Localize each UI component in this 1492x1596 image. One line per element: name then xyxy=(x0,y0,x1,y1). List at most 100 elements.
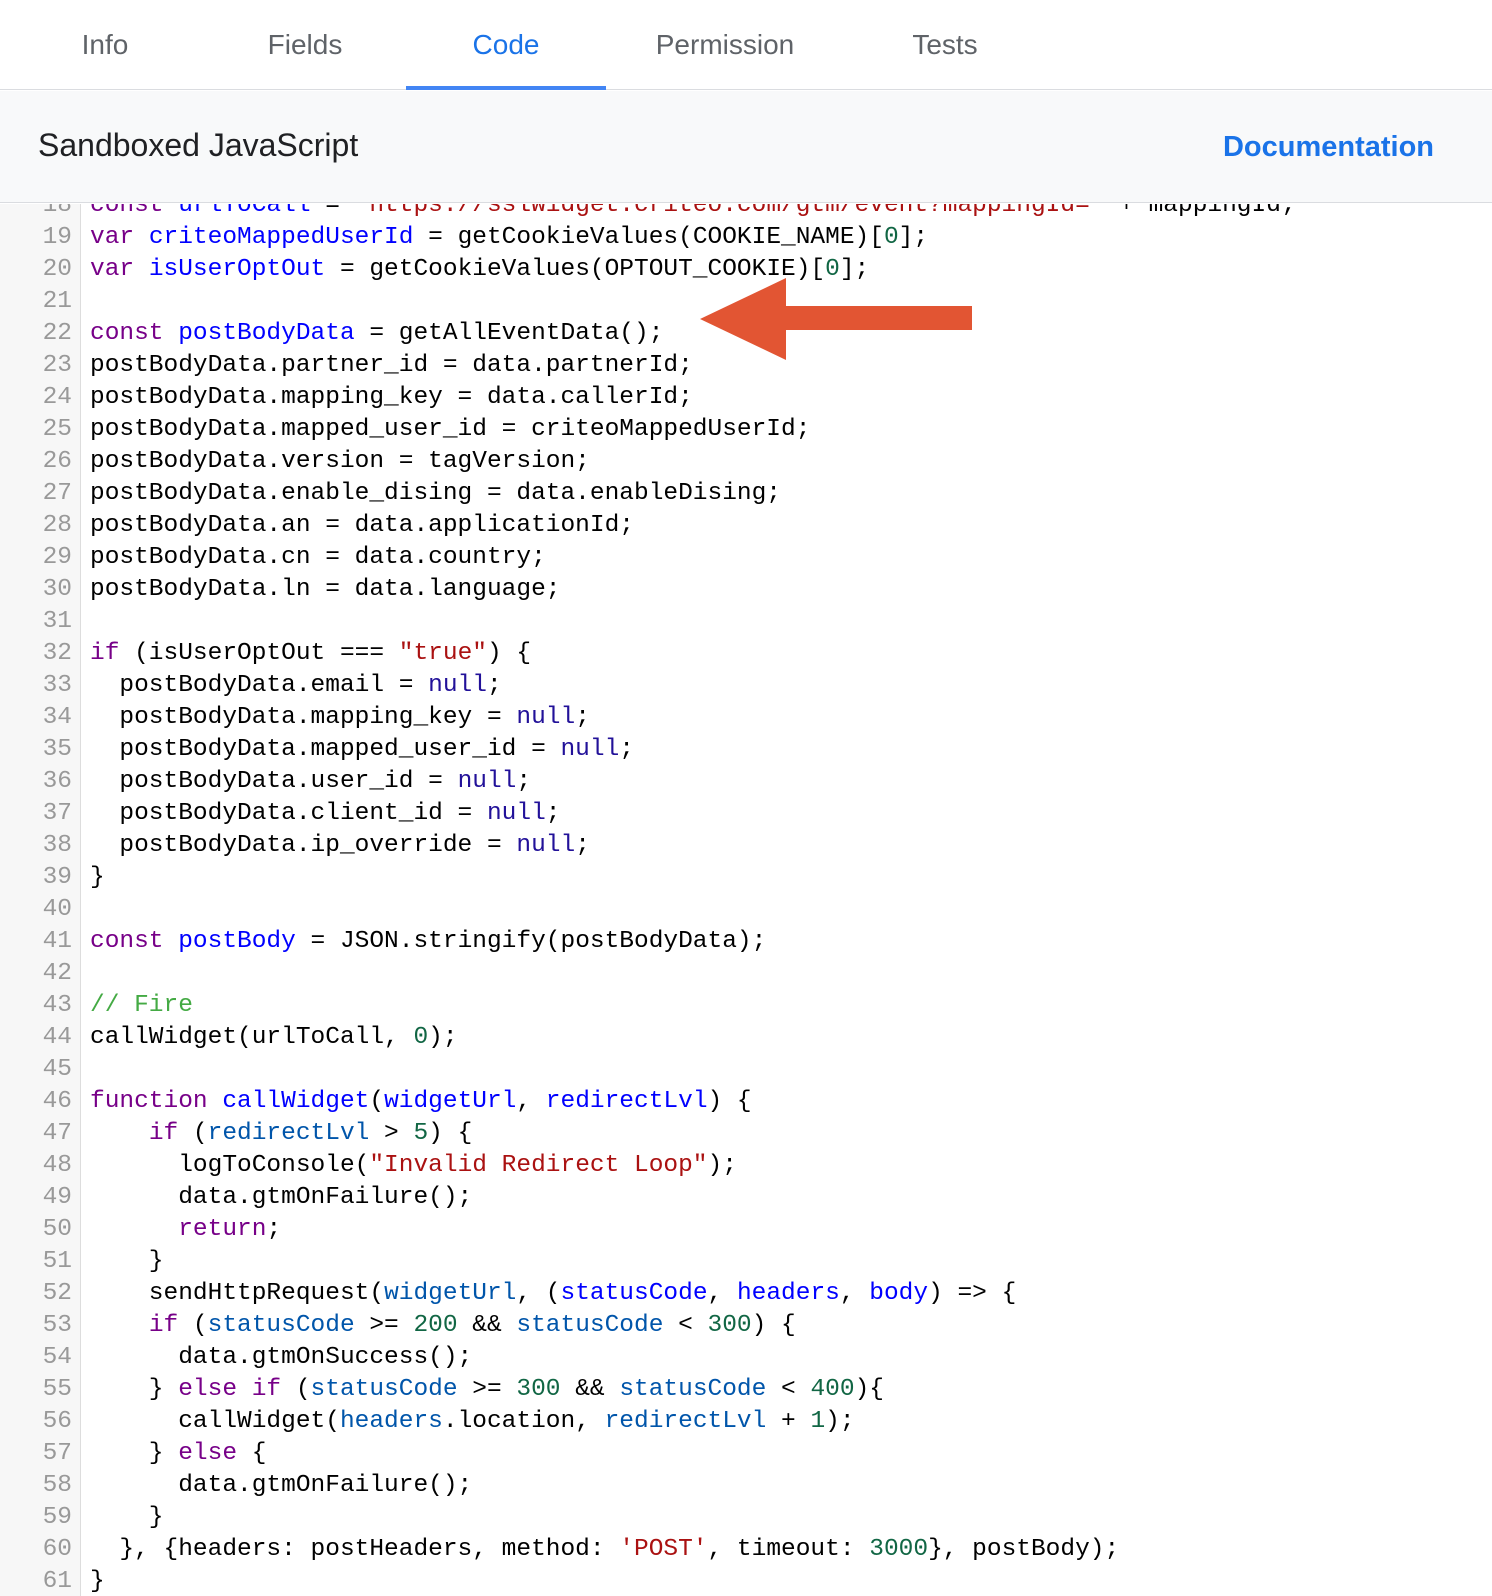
code-token: 400 xyxy=(810,1376,855,1403)
line-number: 31 xyxy=(42,608,72,635)
code-token: ); xyxy=(825,1408,855,1435)
code-token: if xyxy=(90,640,120,667)
code-line: 51 } xyxy=(0,1246,1492,1278)
line-number: 30 xyxy=(42,576,72,603)
code-line: 34 postBodyData.mapping_key = null; xyxy=(0,702,1492,734)
code-token: if xyxy=(148,1312,179,1339)
code-token: postBodyData.enable_dising = data.enable… xyxy=(90,480,782,507)
code-token: ; xyxy=(516,768,532,795)
code-token: postBodyData.mapped_user_id = xyxy=(90,736,561,763)
line-number: 61 xyxy=(42,1568,72,1595)
code-line: 54 data.gtmOnSuccess(); xyxy=(0,1342,1492,1374)
code-text: postBodyData.partner_id = data.partnerId… xyxy=(90,350,693,382)
line-number: 47 xyxy=(42,1120,72,1147)
code-token: urlToCall xyxy=(178,204,311,219)
code-token: && xyxy=(560,1376,620,1403)
code-text: return; xyxy=(90,1214,281,1246)
code-token: postBodyData xyxy=(178,320,355,347)
code-token: } xyxy=(90,1248,164,1275)
code-line: 61} xyxy=(0,1566,1492,1596)
line-number: 18 xyxy=(42,204,72,219)
code-text: const urlToCall = 'https://sslwidget.cri… xyxy=(90,204,1296,222)
line-number: 39 xyxy=(42,864,72,891)
code-text: postBodyData.enable_dising = data.enable… xyxy=(90,478,781,510)
code-token: (isUserOptOut === xyxy=(119,640,399,667)
code-token: ; xyxy=(545,800,561,827)
code-token: statusCode xyxy=(310,1376,458,1403)
code-token: 5 xyxy=(413,1120,429,1147)
code-token: 0 xyxy=(413,1024,429,1051)
code-token: = xyxy=(310,204,355,219)
code-token: }, postBody); xyxy=(928,1536,1120,1563)
code-line: 29 postBodyData.cn = data.country; xyxy=(0,542,1492,574)
code-token: postBodyData.cn = data.country; xyxy=(90,544,546,571)
arrow-left-icon xyxy=(700,278,972,360)
code-token: }, {headers: postHeaders, method: xyxy=(90,1536,620,1563)
section-header: Sandboxed JavaScript Documentation xyxy=(0,91,1492,203)
code-text: } else { xyxy=(90,1438,267,1470)
code-line: 30 postBodyData.ln = data.language; xyxy=(0,574,1492,606)
code-token: ); xyxy=(707,1152,737,1179)
code-token: >= xyxy=(457,1376,517,1403)
code-line: 46 function callWidget(widgetUrl, redirec… xyxy=(0,1086,1492,1118)
tab-info[interactable]: Info xyxy=(30,0,180,90)
tab-permission[interactable]: Permission xyxy=(635,0,815,90)
line-number: 58 xyxy=(42,1472,72,1499)
code-token: statusCode xyxy=(516,1312,664,1339)
code-token: , xyxy=(839,1280,870,1307)
code-token: ( xyxy=(369,1088,385,1115)
code-token: ; xyxy=(575,704,590,731)
code-token: else if xyxy=(178,1376,282,1403)
code-token: "Invalid Redirect Loop" xyxy=(369,1152,708,1179)
code-text: postBodyData.mapped_user_id = criteoMapp… xyxy=(90,414,810,446)
line-number: 55 xyxy=(42,1376,72,1403)
code-text: postBodyData.version = tagVersion; xyxy=(90,446,590,478)
code-token: ( xyxy=(281,1376,311,1403)
code-line: 44 callWidget(urlToCall, 0); xyxy=(0,1022,1492,1054)
line-number: 56 xyxy=(42,1408,72,1435)
line-number: 41 xyxy=(42,928,72,955)
code-text: if (redirectLvl > 5) { xyxy=(90,1118,472,1150)
code-line: 47 if (redirectLvl > 5) { xyxy=(0,1118,1492,1150)
code-line: 18 const urlToCall = 'https://sslwidget.c… xyxy=(0,204,1492,222)
line-number: 26 xyxy=(42,448,72,475)
code-token: null xyxy=(486,800,546,827)
code-text: postBodyData.mapping_key = data.callerId… xyxy=(90,382,693,414)
line-number: 25 xyxy=(42,416,72,443)
code-token: postBodyData.partner_id = data.partnerId… xyxy=(90,352,693,379)
code-token: ]; xyxy=(898,224,929,251)
code-token: data.gtmOnFailure(); xyxy=(90,1472,473,1499)
code-line: 53 if (statusCode >= 200 && statusCode <… xyxy=(0,1310,1492,1342)
code-token: null xyxy=(428,672,487,699)
code-token: statusCode xyxy=(560,1280,708,1307)
code-token: = getCookieValues(COOKIE_NAME)[ xyxy=(413,224,884,251)
tab-code[interactable]: Code xyxy=(406,0,606,90)
code-line: 45 xyxy=(0,1054,1492,1086)
code-line: 36 postBodyData.user_id = null; xyxy=(0,766,1492,798)
code-line: 56 callWidget(headers.location, redirect… xyxy=(0,1406,1492,1438)
code-editor[interactable]: 18 const urlToCall = 'https://sslwidget.c… xyxy=(0,204,1492,1596)
code-token: data.gtmOnSuccess(); xyxy=(90,1344,473,1371)
code-token: , ( xyxy=(516,1280,561,1307)
code-token: 'POST' xyxy=(619,1536,708,1563)
code-token: null xyxy=(457,768,517,795)
code-token: redirectLvl xyxy=(545,1088,708,1115)
code-token: < xyxy=(663,1312,708,1339)
code-line: 60 }, {headers: postHeaders, method: 'PO… xyxy=(0,1534,1492,1566)
code-text: postBodyData.email = null; xyxy=(90,670,501,702)
code-token: headers xyxy=(339,1408,443,1435)
code-token: ){ xyxy=(854,1376,884,1403)
documentation-link[interactable]: Documentation xyxy=(1223,131,1434,164)
code-text: postBodyData.mapping_key = null; xyxy=(90,702,590,734)
tab-fields[interactable]: Fields xyxy=(220,0,390,90)
code-text: } xyxy=(90,1502,164,1534)
code-token: .location, xyxy=(442,1408,605,1435)
code-token: ) { xyxy=(486,640,532,667)
code-text: if (isUserOptOut === "true") { xyxy=(90,638,531,670)
code-token: null xyxy=(516,832,576,859)
tab-tests[interactable]: Tests xyxy=(870,0,1020,90)
code-token: widgetUrl xyxy=(384,1088,517,1115)
code-token: && xyxy=(457,1312,517,1339)
